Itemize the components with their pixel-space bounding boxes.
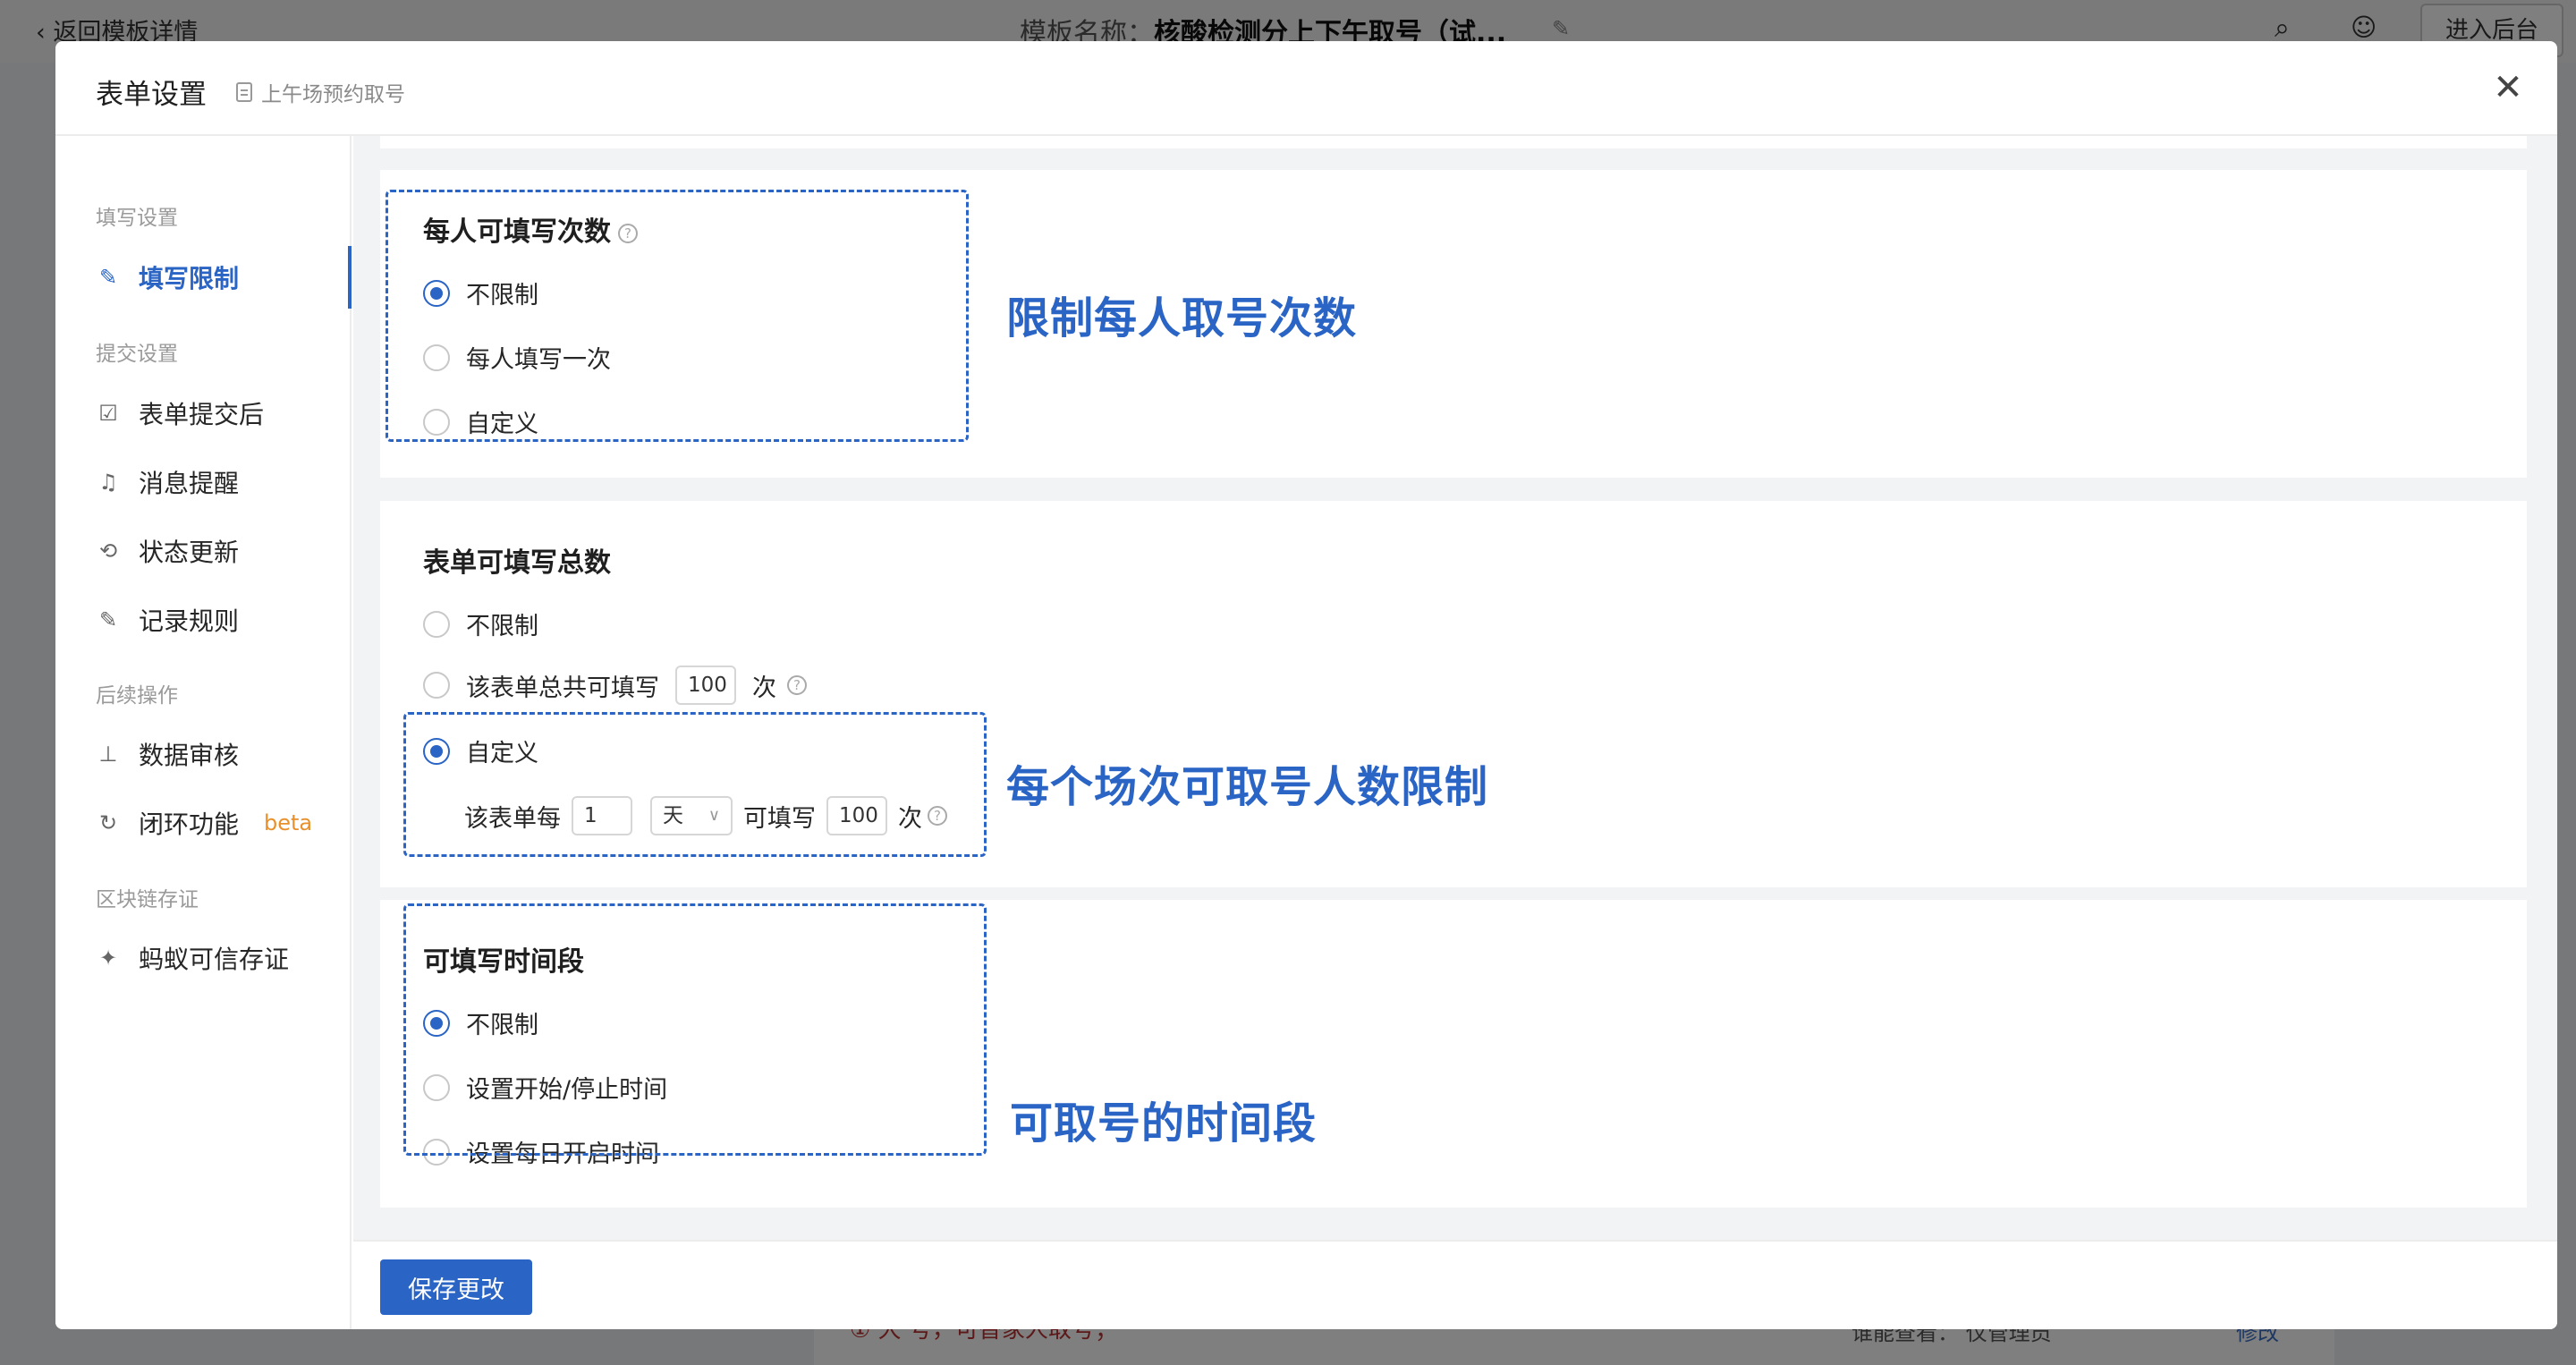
per-person-card: 每人可填写次数? 不限制 每人填写一次 自定义 限制每人取号次数 — [380, 170, 2527, 478]
form-check-icon: ☑ — [98, 401, 118, 426]
edit-icon: ✎ — [98, 607, 118, 632]
modal-footer: 保存更改 — [353, 1240, 2557, 1329]
radio-unselected — [423, 1138, 450, 1166]
modal-subtitle: 上午场预约取号 — [236, 77, 405, 107]
chevron-down-icon: ∨ — [708, 806, 720, 825]
modal-title: 表单设置 — [96, 79, 207, 111]
total-title: 表单可填写总数 — [423, 547, 611, 579]
document-icon — [236, 82, 252, 102]
sidebar-item-label: 蚂蚁可信存证 — [139, 945, 290, 974]
per-person-option-unlimited[interactable]: 不限制 — [423, 276, 538, 310]
pencil-icon: ✎ — [98, 265, 118, 290]
custom-count-input[interactable]: 100 — [826, 796, 887, 835]
total-option-unlimited[interactable]: 不限制 — [423, 606, 538, 641]
period-unit-select[interactable]: 天 ∨ — [650, 796, 733, 835]
beta-badge: beta — [264, 810, 313, 835]
form-settings-modal: 表单设置 上午场预约取号 ✕ 填写设置 ✎ 填写限制 提交设置 ☑ 表单提交后 … — [55, 41, 2557, 1329]
total-card: 表单可填写总数 不限制 该表单总共可填写 100 次 ? 自定义 该表单每 1 … — [380, 501, 2527, 887]
time-title: 可填写时间段 — [423, 946, 584, 978]
annotation-text: 限制每人取号次数 — [1006, 293, 1358, 343]
custom-prefix-label: 该表单每 — [464, 804, 561, 833]
time-option-start-stop[interactable]: 设置开始/停止时间 — [423, 1070, 667, 1105]
per-person-title-text: 每人可填写次数 — [423, 216, 611, 248]
loop-icon: ↻ — [98, 810, 118, 835]
option-label: 不限制 — [466, 1012, 538, 1039]
radio-unselected — [423, 672, 450, 699]
sidebar-item-label: 消息提醒 — [139, 469, 240, 498]
option-label: 不限制 — [466, 613, 538, 640]
radio-unselected — [423, 343, 450, 371]
settings-sidebar: 填写设置 ✎ 填写限制 提交设置 ☑ 表单提交后 ♫ 消息提醒 ⟲ 状态更新 ✎… — [55, 136, 352, 1329]
time-card: 可填写时间段 不限制 设置开始/停止时间 设置每日开启时间 可取号的时间段 — [380, 900, 2527, 1208]
sidebar-item-closed-loop[interactable]: ↻ 闭环功能 beta — [55, 792, 352, 854]
sidebar-item-status-update[interactable]: ⟲ 状态更新 — [55, 520, 352, 582]
option-label: 不限制 — [466, 282, 538, 309]
sidebar-item-label: 表单提交后 — [139, 400, 265, 429]
annotation-text: 每个场次可取号人数限制 — [1006, 762, 1489, 812]
per-person-option-custom[interactable]: 自定义 — [423, 404, 538, 439]
bell-icon: ♫ — [98, 470, 118, 495]
modal-header: 表单设置 上午场预约取号 ✕ — [55, 41, 2557, 136]
per-person-title: 每人可填写次数? — [423, 209, 638, 249]
option-label: 每人填写一次 — [466, 346, 611, 374]
sidebar-group-blockchain: 区块链存证 — [96, 888, 199, 911]
sidebar-group-followup: 后续操作 — [96, 684, 178, 708]
sidebar-item-label: 状态更新 — [139, 538, 240, 567]
radio-selected — [423, 279, 450, 307]
radio-unselected — [423, 610, 450, 638]
radio-unselected — [423, 408, 450, 436]
sidebar-item-record-rules[interactable]: ✎ 记录规则 — [55, 589, 352, 651]
sidebar-group-submit: 提交设置 — [96, 343, 178, 366]
radio-selected — [423, 1009, 450, 1037]
radio-selected — [423, 737, 450, 765]
period-unit-value: 天 — [663, 804, 683, 827]
option-label: 自定义 — [466, 740, 538, 767]
time-option-unlimited[interactable]: 不限制 — [423, 1005, 538, 1040]
sidebar-item-fill-limit[interactable]: ✎ 填写限制 — [55, 246, 352, 309]
total-option-custom[interactable]: 自定义 — [423, 733, 538, 768]
help-icon[interactable]: ? — [618, 223, 638, 243]
modal-subtitle-text: 上午场预约取号 — [261, 83, 405, 106]
option-label: 设置开始/停止时间 — [466, 1076, 668, 1104]
close-icon[interactable]: ✕ — [2488, 68, 2528, 107]
help-icon[interactable]: ? — [787, 675, 807, 695]
sidebar-group-fill: 填写设置 — [96, 207, 178, 230]
option-label: 自定义 — [466, 411, 538, 438]
option-label: 该表单总共可填写 — [466, 674, 659, 702]
sidebar-item-data-review[interactable]: ⊥ 数据审核 — [55, 723, 352, 785]
card-top-remainder — [380, 136, 2527, 148]
sidebar-item-ant-certificate[interactable]: ✦ 蚂蚁可信存证 — [55, 927, 352, 989]
annotation-text: 可取号的时间段 — [1010, 1098, 1318, 1149]
help-icon[interactable]: ? — [928, 806, 947, 826]
total-option-fixed[interactable]: 该表单总共可填写 100 次 ? — [423, 666, 807, 705]
per-person-option-once[interactable]: 每人填写一次 — [423, 340, 611, 375]
refresh-icon: ⟲ — [98, 538, 118, 564]
period-input[interactable]: 1 — [572, 796, 632, 835]
stamp-icon: ⊥ — [98, 742, 118, 767]
unit-label: 次 — [898, 804, 922, 833]
total-count-input[interactable]: 100 — [675, 666, 736, 705]
option-label: 设置每日开启时间 — [466, 1140, 659, 1168]
sidebar-item-notification[interactable]: ♫ 消息提醒 — [55, 451, 352, 513]
sidebar-item-label: 填写限制 — [139, 264, 240, 293]
custom-mid-label: 可填写 — [743, 804, 816, 833]
save-button[interactable]: 保存更改 — [380, 1259, 532, 1315]
certificate-icon: ✦ — [98, 945, 118, 971]
sidebar-item-label: 记录规则 — [139, 606, 240, 636]
unit-label: 次 — [752, 674, 776, 702]
sidebar-item-after-submit[interactable]: ☑ 表单提交后 — [55, 382, 352, 445]
time-option-daily[interactable]: 设置每日开启时间 — [423, 1134, 659, 1169]
custom-limit-row: 该表单每 1 天 ∨ 可填写 100 次 ? — [464, 796, 947, 835]
settings-content: 每人可填写次数? 不限制 每人填写一次 自定义 限制每人取号次数 表单可填写总数… — [353, 136, 2557, 1281]
radio-unselected — [423, 1073, 450, 1101]
sidebar-item-label: 数据审核 — [139, 741, 240, 770]
sidebar-item-label: 闭环功能 — [139, 810, 240, 839]
